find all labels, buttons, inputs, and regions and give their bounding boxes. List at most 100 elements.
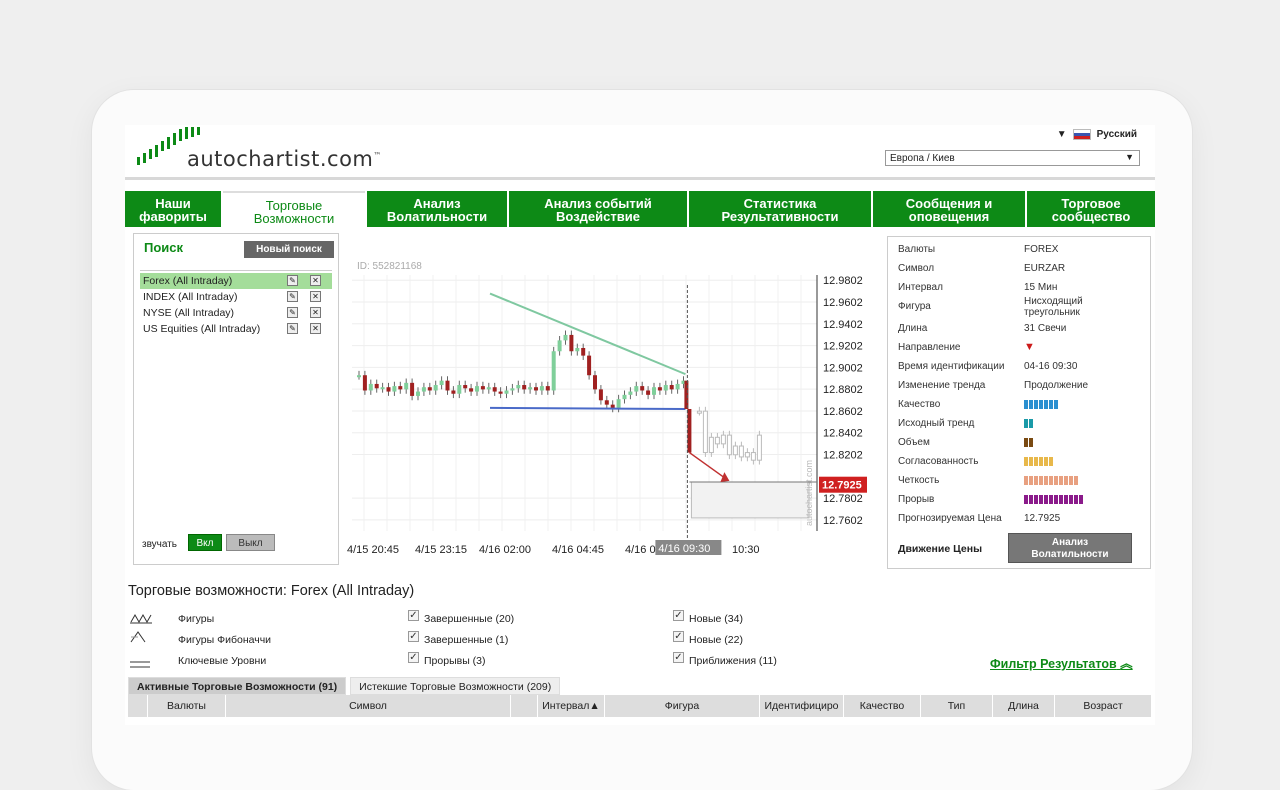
tab-alerts[interactable]: Сообщения и оповещения [873,191,1025,227]
candle [475,386,479,392]
info-row-label: Направление [898,342,961,353]
edit-icon[interactable]: ✎ [287,323,298,334]
candle [486,387,491,390]
info-row-value: Нисходящий треугольник [1024,296,1083,318]
edit-icon[interactable]: ✎ [287,307,298,318]
column-header[interactable] [128,695,148,717]
candle [368,383,373,391]
info-row-label: Валюты [898,244,936,255]
approaches-checkbox[interactable]: ✓ [673,652,684,663]
tab-volatility[interactable]: Анализ Волатильности [367,191,507,227]
tab-trading-opportunities[interactable]: Торговые Возможности [223,191,365,227]
column-header[interactable]: Тип [921,695,993,717]
tab-expired-opportunities[interactable]: Истекшие Торговые Возможности (209) [350,677,561,695]
new-patterns-checkbox[interactable]: ✓ [673,610,684,621]
app-screen: autochartist.com™ ▼ Русский Европа / Кие… [125,125,1155,725]
language-selector[interactable]: ▼ Русский [1057,129,1137,140]
forecast-arrow [688,451,728,481]
column-header[interactable]: Символ [226,695,511,717]
completed-fibonacci-checkbox[interactable]: ✓ [408,631,419,642]
candle [708,436,714,454]
completed-fibonacci-label: Завершенные (1) [424,634,509,646]
new-fibonacci-label: Новые (22) [689,634,743,646]
tab-performance-stats[interactable]: Статистика Результативности [689,191,871,227]
filter-results-link[interactable]: Фильтр Результатов ︽ [990,653,1133,672]
candle [675,383,680,390]
candle [587,355,592,376]
tab-favorites[interactable]: Наши фавориты [125,191,221,227]
candle [569,334,574,352]
autochartist-logo[interactable]: autochartist.com™ [135,127,395,171]
main-nav: Наши фавориты Торговые Возможности Анали… [125,191,1155,227]
info-row-value: 15 Мин [1024,282,1058,293]
price-chart[interactable]: ID: 552821168 12.9802 12.9602 12.9402 12.920… [347,253,872,563]
sound-on-button[interactable]: Вкл [188,534,222,551]
close-icon[interactable]: ✕ [310,291,321,302]
candle [427,387,432,391]
volatility-analysis-button[interactable]: Анализ Волатильности [1008,533,1132,563]
candle [433,385,438,391]
forecast-arrow-head [720,472,730,482]
column-header[interactable]: Фигура [605,695,760,717]
y-tick-label: 12.8802 [823,384,863,396]
edit-icon[interactable]: ✎ [287,275,298,286]
close-icon[interactable]: ✕ [310,323,321,334]
results-title: Торговые возможности: Forex (All Intrada… [128,583,415,599]
column-header[interactable] [511,695,538,717]
list-item[interactable]: INDEX (All Intraday) ✎ ✕ [140,289,332,305]
info-row-label: Время идентификации [898,361,1005,372]
new-fibonacci-checkbox[interactable]: ✓ [673,631,684,642]
candle [726,434,732,456]
info-row-value: FOREX [1024,244,1059,255]
edit-icon[interactable]: ✎ [287,291,298,302]
list-item[interactable]: US Equities (All Intraday) ✎ ✕ [140,321,332,337]
list-item[interactable]: NYSE (All Intraday) ✎ ✕ [140,305,332,321]
chart-svg: ID: 552821168 12.9802 12.9602 12.9402 12.920… [347,261,867,556]
column-header[interactable]: Возраст [1055,695,1152,717]
candle [581,347,586,356]
candle [551,351,556,391]
column-header[interactable]: Длина [993,695,1055,717]
candle [563,334,568,341]
candle [362,375,367,391]
header-divider [125,177,1155,180]
rating-segment [1069,495,1073,504]
breakouts-checkbox[interactable]: ✓ [408,652,419,663]
column-header[interactable]: Валюты [148,695,226,717]
tab-event-impact[interactable]: Анализ событий Воздействие [509,191,687,227]
sound-off-button[interactable]: Выкл [226,534,275,551]
rating-segment [1049,476,1053,485]
info-row-label: Четкость [898,475,940,486]
y-tick-label: 12.7802 [823,493,863,505]
column-header[interactable]: Интервал▲ [538,695,605,717]
candle [557,340,562,352]
timezone-select[interactable]: Европа / Киев ▼ [885,150,1140,166]
rating-segment [1029,495,1033,504]
tab-active-opportunities[interactable]: Активные Торговые Возможности (91) [128,677,347,695]
list-item-label: INDEX (All Intraday) [143,291,238,303]
tab-community[interactable]: Торговое сообщество [1027,191,1155,227]
y-tick-label: 12.7602 [823,515,863,527]
rating-segment [1039,495,1043,504]
legend-patterns: Фигуры [178,613,215,625]
candle [663,385,668,391]
candle [410,382,415,396]
column-header[interactable]: Идентифициро [760,695,844,717]
close-icon[interactable]: ✕ [310,275,321,286]
rating-bar [1024,495,1083,504]
russian-flag-icon [1072,129,1091,140]
timezone-value: Европа / Киев [890,153,955,164]
close-icon[interactable]: ✕ [310,307,321,318]
candle [534,387,538,391]
language-label: Русский [1096,129,1137,140]
info-row-label: Длина [898,323,928,334]
column-header[interactable]: Качество [844,695,921,717]
x-tick-label: 4/16 02:00 [479,544,531,556]
rating-segment [1049,400,1053,409]
candle [756,434,762,461]
completed-patterns-checkbox[interactable]: ✓ [408,610,419,621]
list-item[interactable]: Forex (All Intraday) ✎ ✕ [140,273,332,289]
candle [357,375,361,378]
info-row-label: Интервал [898,282,943,293]
new-search-button[interactable]: Новый поиск [244,241,334,258]
